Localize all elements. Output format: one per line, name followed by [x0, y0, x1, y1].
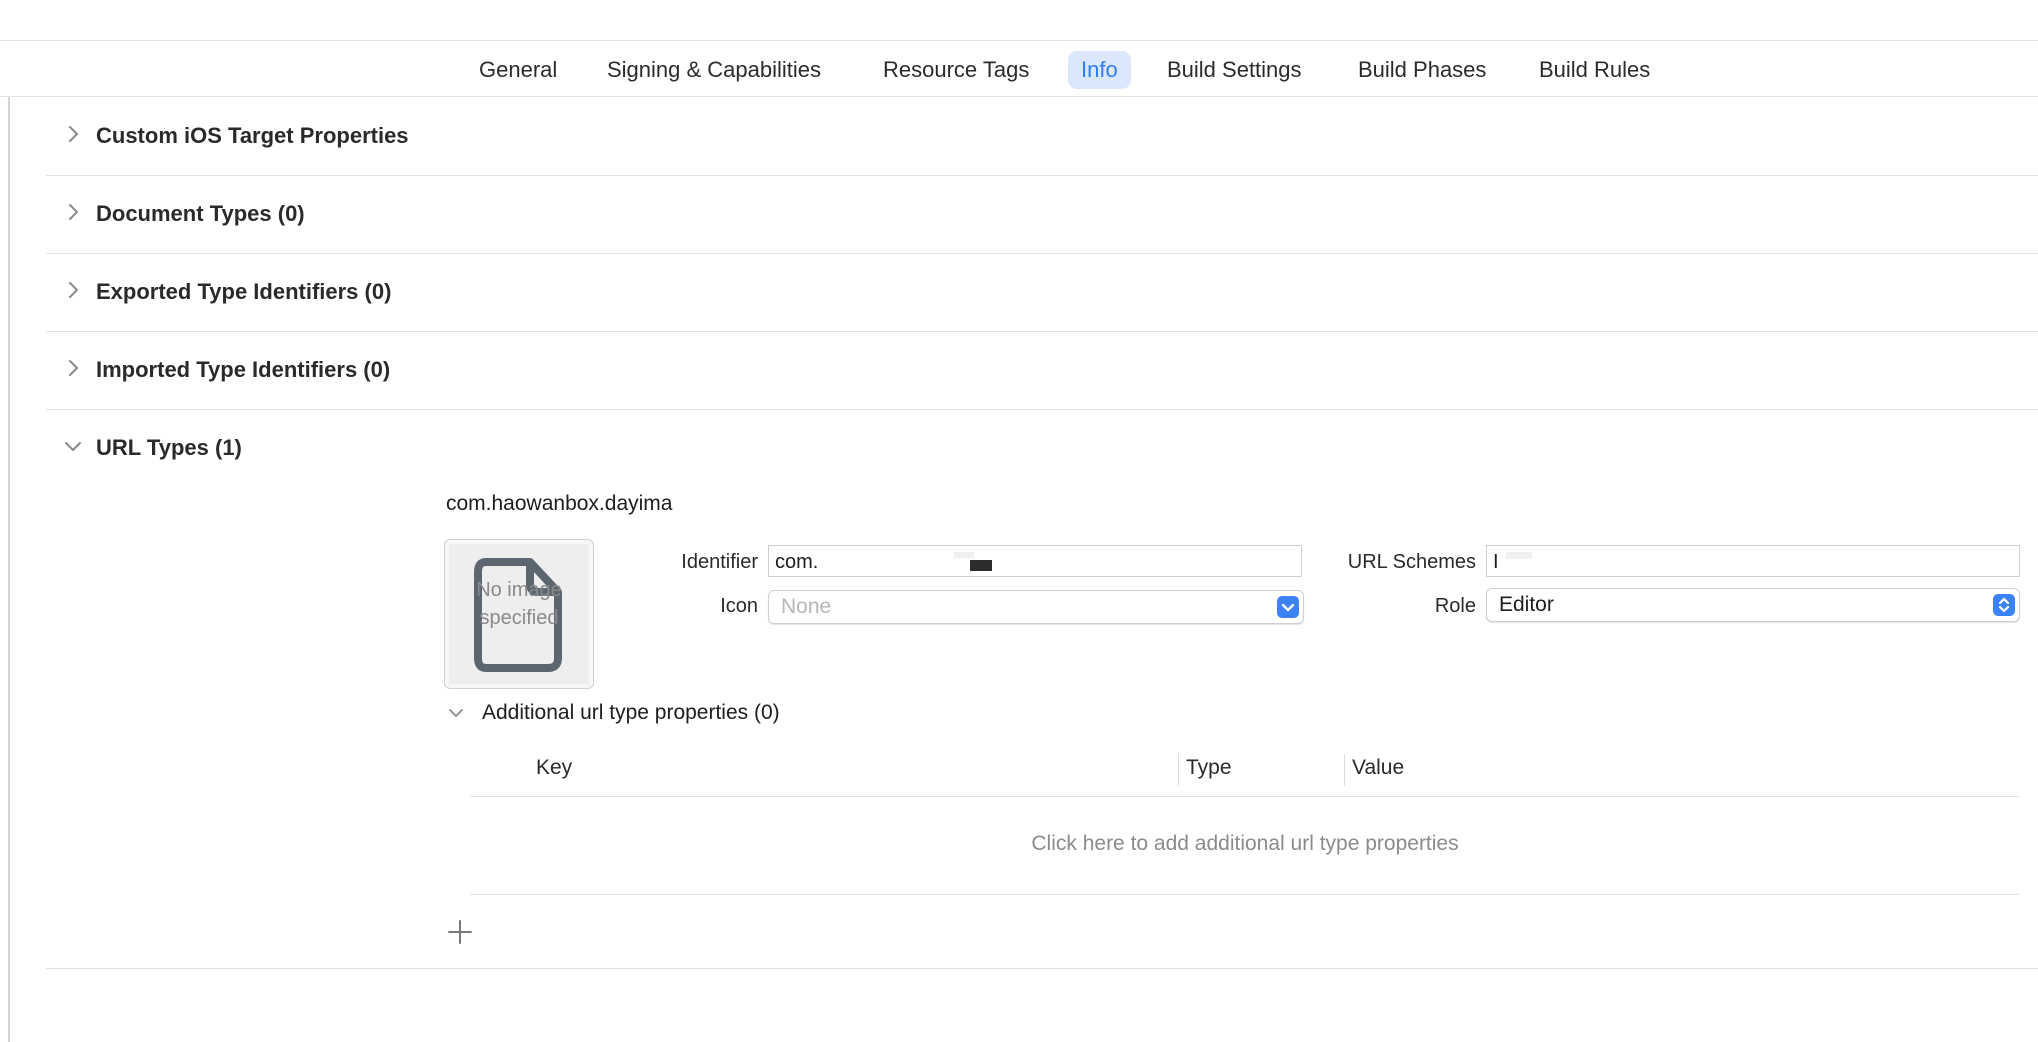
tab-build-settings[interactable]: Build Settings — [1154, 51, 1315, 89]
role-popup-value: Editor — [1499, 593, 1554, 616]
redaction-mark — [1506, 552, 1532, 559]
column-separator[interactable] — [1178, 754, 1179, 786]
section-document-types[interactable]: Document Types (0) — [46, 175, 2038, 254]
column-separator[interactable] — [1344, 754, 1345, 786]
chevron-down-icon[interactable] — [62, 435, 84, 457]
section-exported-type-identifiers[interactable]: Exported Type Identifiers (0) — [46, 253, 2038, 332]
section-imported-type-identifiers[interactable]: Imported Type Identifiers (0) — [46, 331, 2038, 410]
image-well[interactable]: No image specified — [444, 539, 594, 689]
no-image-text: No image specified — [476, 579, 562, 629]
tab-info[interactable]: Info — [1068, 51, 1131, 89]
tab-build-phases[interactable]: Build Phases — [1345, 51, 1499, 89]
redaction-mark — [954, 552, 974, 558]
navigator-divider — [8, 97, 10, 1042]
tab-resource-tags[interactable]: Resource Tags — [870, 51, 1042, 89]
icon-popup-value: None — [781, 595, 832, 618]
tab-signing-capabilities[interactable]: Signing & Capabilities — [594, 51, 834, 89]
url-schemes-field[interactable]: I — [1486, 545, 2020, 577]
redaction-mark — [970, 560, 992, 571]
add-properties-placeholder[interactable]: Click here to add additional url type pr… — [470, 832, 2020, 856]
section-bottom-divider — [46, 968, 2038, 969]
icon-popup[interactable]: None — [768, 590, 1304, 624]
section-title: Custom iOS Target Properties — [96, 123, 409, 148]
section-title: Document Types (0) — [96, 201, 305, 226]
chevron-down-icon[interactable] — [446, 703, 466, 723]
section-custom-ios-target-properties[interactable]: Custom iOS Target Properties — [46, 97, 2038, 176]
icon-label: Icon — [720, 595, 758, 617]
chevron-right-icon[interactable] — [62, 123, 84, 145]
tab-general[interactable]: General — [466, 51, 570, 89]
column-header-value[interactable]: Value — [1352, 756, 1404, 780]
section-title: URL Types (1) — [96, 435, 242, 460]
section-title: Exported Type Identifiers (0) — [96, 279, 392, 304]
additional-properties-title[interactable]: Additional url type properties (0) — [482, 701, 780, 725]
identifier-field[interactable]: com. — [768, 545, 1302, 577]
section-url-types[interactable]: URL Types (1) — [46, 409, 2038, 487]
identifier-label: Identifier — [681, 551, 758, 573]
up-down-chevron-icon — [1993, 594, 2015, 616]
url-schemes-label: URL Schemes — [1347, 551, 1476, 573]
url-type-name[interactable]: com.haowanbox.dayima — [446, 492, 672, 516]
add-url-type-button[interactable] — [446, 918, 474, 946]
header-divider — [470, 796, 2020, 797]
section-title: Imported Type Identifiers (0) — [96, 357, 391, 382]
role-label: Role — [1434, 595, 1476, 617]
plus-icon — [448, 920, 472, 944]
column-header-type[interactable]: Type — [1186, 756, 1232, 780]
chevron-right-icon[interactable] — [62, 279, 84, 301]
tab-build-rules[interactable]: Build Rules — [1526, 51, 1663, 89]
editor-tab-bar: General Signing & Capabilities Resource … — [0, 41, 2038, 97]
identifier-value: com. — [775, 551, 819, 573]
window-top-strip — [0, 0, 2038, 41]
additional-properties-table: Key Type Value Click here to add additio… — [470, 750, 2020, 895]
role-popup[interactable]: Editor — [1486, 588, 2020, 622]
table-bottom-divider — [470, 894, 2020, 895]
column-header-key[interactable]: Key — [536, 756, 572, 780]
url-schemes-value: I — [1493, 551, 1499, 573]
chevron-right-icon[interactable] — [62, 357, 84, 379]
chevron-right-icon[interactable] — [62, 201, 84, 223]
